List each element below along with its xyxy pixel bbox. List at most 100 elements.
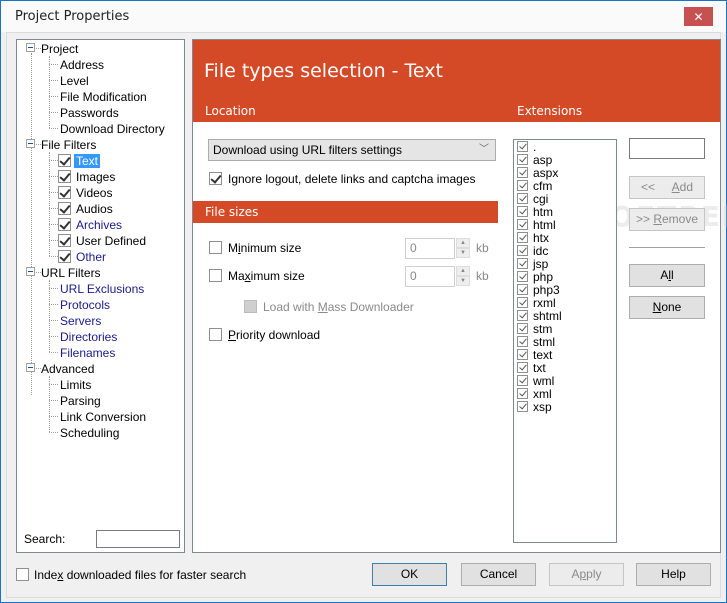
tree-item-archives[interactable]: Archives [58,217,124,233]
maximum-size-spinner[interactable]: ▲ ▼ [456,266,470,287]
spin-down-icon[interactable]: ▼ [456,248,470,258]
extension-checkbox[interactable] [517,141,528,152]
extension-checkbox[interactable] [517,388,528,399]
tree-item-protocols[interactable]: Protocols [58,297,112,313]
tree-item-checkbox[interactable] [58,202,71,215]
collapse-icon[interactable] [26,43,35,52]
close-icon: ✕ [693,9,704,24]
tree-item-label: Link Conversion [60,410,147,424]
add-extension-button[interactable]: << Add [629,176,705,199]
location-select-value: Download using URL filters settings [213,143,402,157]
tree-item-download-directory[interactable]: Download Directory [58,121,167,137]
tree-item-other[interactable]: Other [58,249,108,265]
label-accesskey: N [652,300,662,314]
extension-checkbox[interactable] [517,375,528,386]
tree-item-file-modification[interactable]: File Modification [58,89,149,105]
tree-group-project[interactable]: Project [39,41,80,57]
collapse-icon[interactable] [26,363,35,372]
remove-arrows-icon: >> [635,212,654,226]
priority-download-checkbox[interactable] [209,328,222,341]
cancel-button[interactable]: Cancel [461,563,536,586]
mass-downloader-checkbox[interactable] [244,300,257,313]
tree-item-text[interactable]: Text [58,153,101,169]
tree-item-images[interactable]: Images [58,169,117,185]
extension-checkbox[interactable] [517,258,528,269]
tree-group-file-filters[interactable]: File Filters [39,137,98,153]
extension-checkbox[interactable] [517,401,528,412]
extension-checkbox[interactable] [517,232,528,243]
remove-extension-button[interactable]: >> Remove [629,208,705,231]
collapse-icon[interactable] [26,267,35,276]
ok-button[interactable]: OK [372,563,447,586]
extension-checkbox[interactable] [517,349,528,360]
tree-item-label: Audios [76,202,113,216]
extension-checkbox[interactable] [517,167,528,178]
tree-item-filenames[interactable]: Filenames [58,345,117,361]
extension-checkbox[interactable] [517,362,528,373]
tree-item-servers[interactable]: Servers [58,313,103,329]
maximum-size-checkbox[interactable] [209,269,222,282]
tree-item-address[interactable]: Address [58,57,106,73]
extension-checkbox[interactable] [517,284,528,295]
tree-item-checkbox[interactable] [58,234,71,247]
tree-item-checkbox[interactable] [58,154,71,167]
minimum-size-input[interactable]: 0 [405,238,455,259]
tree-group-label: URL Filters [41,266,101,280]
extension-checkbox[interactable] [517,219,528,230]
tree-item-audios[interactable]: Audios [58,201,115,217]
tree-item-checkbox[interactable] [58,186,71,199]
spin-up-icon[interactable]: ▲ [456,238,470,248]
tree-connector [49,152,50,256]
extension-input[interactable] [629,138,705,159]
tree-connector [49,336,58,337]
extension-checkbox[interactable] [517,297,528,308]
tree-item-videos[interactable]: Videos [58,185,114,201]
tree-item-limits[interactable]: Limits [58,377,93,393]
extension-checkbox[interactable] [517,336,528,347]
ignore-logout-checkbox[interactable] [209,172,222,185]
extension-checkbox[interactable] [517,310,528,321]
tree-item-link-conversion[interactable]: Link Conversion [58,409,148,425]
apply-button[interactable]: Apply [549,563,624,586]
select-all-button[interactable]: All [629,264,705,287]
extension-checkbox[interactable] [517,193,528,204]
extensions-list[interactable]: . asp aspx cfm cgi htm html htx idc jsp php php3 rxm… [513,139,617,543]
spin-up-icon[interactable]: ▲ [456,266,470,276]
tree-group-advanced[interactable]: Advanced [39,361,96,377]
tree-group-url-filters[interactable]: URL Filters [39,265,103,281]
extension-item[interactable]: xsp [517,401,552,414]
index-files-checkbox[interactable] [16,568,29,581]
extension-checkbox[interactable] [517,323,528,334]
tree-item-user-defined[interactable]: User Defined [58,233,148,249]
select-none-button[interactable]: None [629,296,705,319]
tree-item-level[interactable]: Level [58,73,91,89]
tree-item-checkbox[interactable] [58,250,71,263]
search-input[interactable] [96,530,180,548]
tree-item-checkbox[interactable] [58,170,71,183]
extension-checkbox[interactable] [517,206,528,217]
tree-item-checkbox[interactable] [58,218,71,231]
close-button[interactable]: ✕ [684,7,713,26]
extension-checkbox[interactable] [517,271,528,282]
extension-label: text [533,348,553,362]
minimum-size-spinner[interactable]: ▲ ▼ [456,238,470,259]
extension-label: php3 [533,283,560,297]
extension-checkbox[interactable] [517,245,528,256]
minimum-size-checkbox[interactable] [209,241,222,254]
tree-connector [49,64,58,65]
spin-down-icon[interactable]: ▼ [456,276,470,286]
add-arrows-icon: << [640,180,655,194]
maximum-size-input[interactable]: 0 [405,266,455,287]
extension-checkbox[interactable] [517,154,528,165]
location-select[interactable]: Download using URL filters settings ﹀ [208,139,496,161]
extension-label: asp [533,153,553,167]
help-button[interactable]: Help [636,563,711,586]
tree-item-directories[interactable]: Directories [58,329,119,345]
tree-item-parsing[interactable]: Parsing [58,393,103,409]
tree-item-url-exclusions[interactable]: URL Exclusions [58,281,146,297]
minimum-size-label: Minimum size [228,241,301,255]
tree-item-scheduling[interactable]: Scheduling [58,425,121,441]
extension-checkbox[interactable] [517,180,528,191]
tree-item-passwords[interactable]: Passwords [58,105,121,121]
collapse-icon[interactable] [26,139,35,148]
